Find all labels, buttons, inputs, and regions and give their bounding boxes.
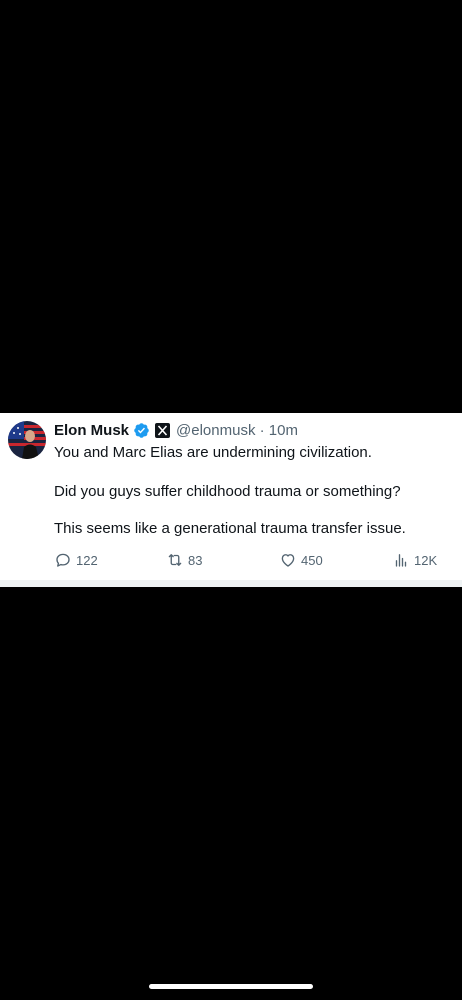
tweet-card[interactable]: Elon Musk @elonmusk · 10m You and Marc E…	[0, 413, 462, 580]
handle[interactable]: @elonmusk · 10m	[176, 422, 298, 439]
separator-dot: ·	[259, 421, 265, 439]
like-count: 450	[301, 552, 323, 568]
verified-badge-icon[interactable]	[133, 422, 150, 439]
retweet-count: 83	[188, 552, 203, 568]
handle-text: @elonmusk	[176, 421, 256, 439]
like-button[interactable]: 450	[279, 549, 323, 571]
home-indicator[interactable]	[149, 984, 313, 989]
heart-icon	[281, 554, 295, 567]
avatar-image	[8, 421, 46, 459]
view-count: 12K	[414, 552, 438, 568]
x-affiliate-icon[interactable]	[155, 422, 171, 438]
avatar[interactable]	[8, 421, 46, 459]
tweet-text-line: Did you guys suffer childhood trauma or …	[54, 483, 401, 500]
views-button[interactable]: 12K	[392, 549, 437, 571]
analytics-icon	[395, 554, 407, 567]
tweet-text-line: This seems like a generational trauma tr…	[54, 520, 406, 537]
retweet-button[interactable]: 83	[166, 549, 202, 571]
display-name[interactable]: Elon Musk	[54, 422, 129, 439]
reply-button[interactable]: 122	[54, 549, 98, 571]
reply-count: 122	[76, 552, 98, 568]
tweet-header: Elon Musk @elonmusk · 10m	[54, 419, 298, 441]
timestamp[interactable]: 10m	[269, 422, 298, 439]
tweet-actions: 122 83 450 12K	[0, 549, 462, 571]
divider	[0, 580, 462, 587]
reply-icon	[56, 553, 70, 567]
tweet-text-line: You and Marc Elias are undermining civil…	[54, 444, 372, 461]
retweet-icon	[168, 554, 182, 566]
